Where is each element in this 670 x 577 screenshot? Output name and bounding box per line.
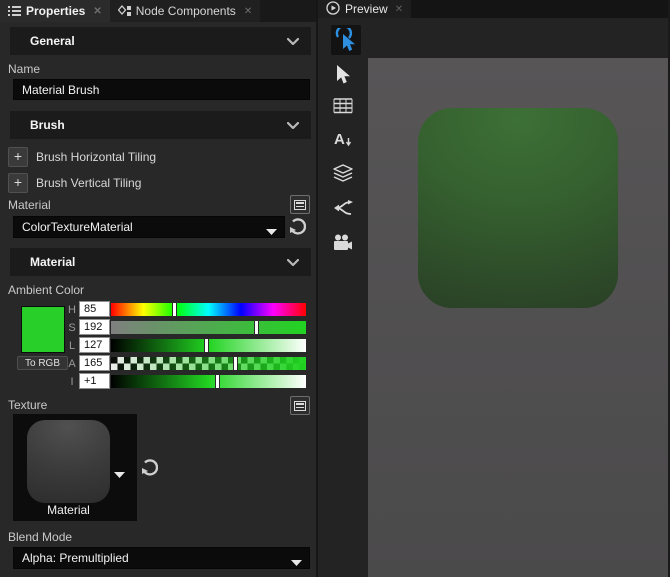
left-tabbar: Properties ✕ Node Components ✕ [0, 0, 316, 22]
intensity-slider[interactable] [111, 375, 306, 388]
to-rgb-button[interactable]: To RGB [17, 356, 68, 370]
hue-value-input[interactable] [79, 301, 110, 317]
tab-label: Properties [26, 4, 85, 18]
section-title: General [30, 34, 75, 48]
texture-goto-button[interactable] [139, 458, 159, 478]
material-editor-button[interactable] [290, 195, 310, 214]
chevron-down-icon [287, 38, 299, 45]
camera-icon [333, 234, 353, 251]
grid-icon [333, 98, 353, 114]
tool-camera[interactable] [333, 232, 353, 252]
tool-select[interactable] [333, 65, 353, 85]
name-value: Material Brush [22, 83, 99, 97]
lightness-slider-marker[interactable] [204, 338, 209, 353]
chevron-down-icon [266, 224, 277, 238]
editor-window-icon [294, 401, 306, 411]
circular-arrow-icon [140, 459, 158, 477]
properties-list-icon [8, 6, 21, 17]
saturation-value-input[interactable] [79, 319, 110, 335]
hue-slider-marker[interactable] [172, 302, 177, 317]
tab-node-components[interactable]: Node Components ✕ [110, 0, 260, 22]
intensity-value-input[interactable] [79, 373, 110, 389]
material-goto-button[interactable] [287, 217, 307, 237]
section-title: Brush [30, 118, 65, 132]
saturation-slider[interactable] [111, 321, 306, 334]
texture-name: Material [27, 503, 110, 517]
name-input[interactable]: Material Brush [13, 79, 310, 100]
play-circle-icon [326, 1, 340, 18]
name-label: Name [8, 62, 40, 76]
close-icon[interactable]: ✕ [395, 4, 403, 15]
texture-label: Texture [8, 398, 47, 412]
section-header-brush[interactable]: Brush [10, 111, 311, 139]
texture-picker[interactable]: Material [13, 414, 137, 521]
add-brush-horizontal-tiling-button[interactable]: + [8, 147, 28, 167]
material-dropdown-value: ColorTextureMaterial [22, 220, 133, 234]
node-components-icon [118, 5, 131, 17]
chevron-down-icon [291, 555, 302, 569]
alpha-slider[interactable] [111, 357, 306, 370]
color-swatch[interactable] [21, 306, 65, 353]
blend-mode-label: Blend Mode [8, 530, 72, 544]
intensity-label: I [68, 376, 76, 388]
tool-text[interactable]: A [333, 129, 353, 149]
alpha-label: A [68, 358, 76, 370]
section-header-material[interactable]: Material [10, 248, 311, 276]
hue-label: H [68, 304, 76, 316]
preview-green-square[interactable] [418, 108, 618, 308]
connections-icon [333, 200, 353, 216]
blend-mode-value: Alpha: Premultiplied [22, 551, 129, 565]
add-brush-vertical-tiling-button[interactable]: + [8, 173, 28, 193]
texture-editor-button[interactable] [290, 396, 310, 415]
chevron-down-icon [287, 259, 299, 266]
chevron-down-icon[interactable] [114, 465, 125, 483]
material-label: Material [8, 198, 51, 212]
preview-panel: Preview ✕ [318, 0, 668, 577]
alpha-slider-marker[interactable] [233, 356, 238, 371]
tool-grid[interactable] [333, 96, 353, 116]
section-header-general[interactable]: General [10, 27, 311, 55]
text-tool-icon: A [333, 130, 353, 148]
brush-horizontal-tiling-label: Brush Horizontal Tiling [36, 150, 156, 164]
intensity-slider-marker[interactable] [215, 374, 220, 389]
lightness-label: L [68, 340, 76, 352]
preview-tabbar: Preview ✕ [318, 0, 668, 18]
close-icon[interactable]: ✕ [93, 6, 101, 17]
select-cursor-icon [335, 65, 351, 85]
tab-label: Node Components [136, 4, 236, 18]
tab-properties[interactable]: Properties ✕ [0, 0, 110, 22]
material-dropdown[interactable]: ColorTextureMaterial [13, 216, 285, 238]
lightness-slider[interactable] [111, 339, 306, 352]
svg-text:A: A [334, 131, 345, 148]
tool-layers[interactable] [333, 163, 353, 183]
brush-vertical-tiling-label: Brush Vertical Tiling [36, 176, 141, 190]
lightness-value-input[interactable] [79, 337, 110, 353]
saturation-label: S [68, 322, 76, 334]
layers-icon [333, 164, 353, 182]
close-icon[interactable]: ✕ [244, 6, 252, 17]
kanzi-studio-window: Properties ✕ Node Components ✕ General N… [0, 0, 670, 577]
saturation-slider-marker[interactable] [254, 320, 259, 335]
circular-arrow-icon [288, 218, 306, 236]
blend-mode-dropdown[interactable]: Alpha: Premultiplied [13, 547, 310, 569]
section-title: Material [30, 255, 75, 269]
tab-preview[interactable]: Preview ✕ [318, 0, 411, 18]
tool-interactive-select[interactable] [331, 25, 361, 55]
alpha-value-input[interactable] [79, 355, 110, 371]
properties-panel: Properties ✕ Node Components ✕ General N… [0, 0, 318, 577]
interactive-select-icon [335, 28, 357, 52]
ambient-color-label: Ambient Color [8, 283, 84, 297]
hue-slider[interactable] [111, 303, 306, 316]
tool-connections[interactable] [333, 198, 353, 218]
chevron-down-icon [287, 122, 299, 129]
preview-viewport[interactable] [368, 58, 668, 577]
editor-window-icon [294, 200, 306, 210]
preview-toolbar: A [318, 18, 368, 577]
texture-thumbnail[interactable] [27, 420, 110, 503]
tab-label: Preview [345, 2, 388, 16]
